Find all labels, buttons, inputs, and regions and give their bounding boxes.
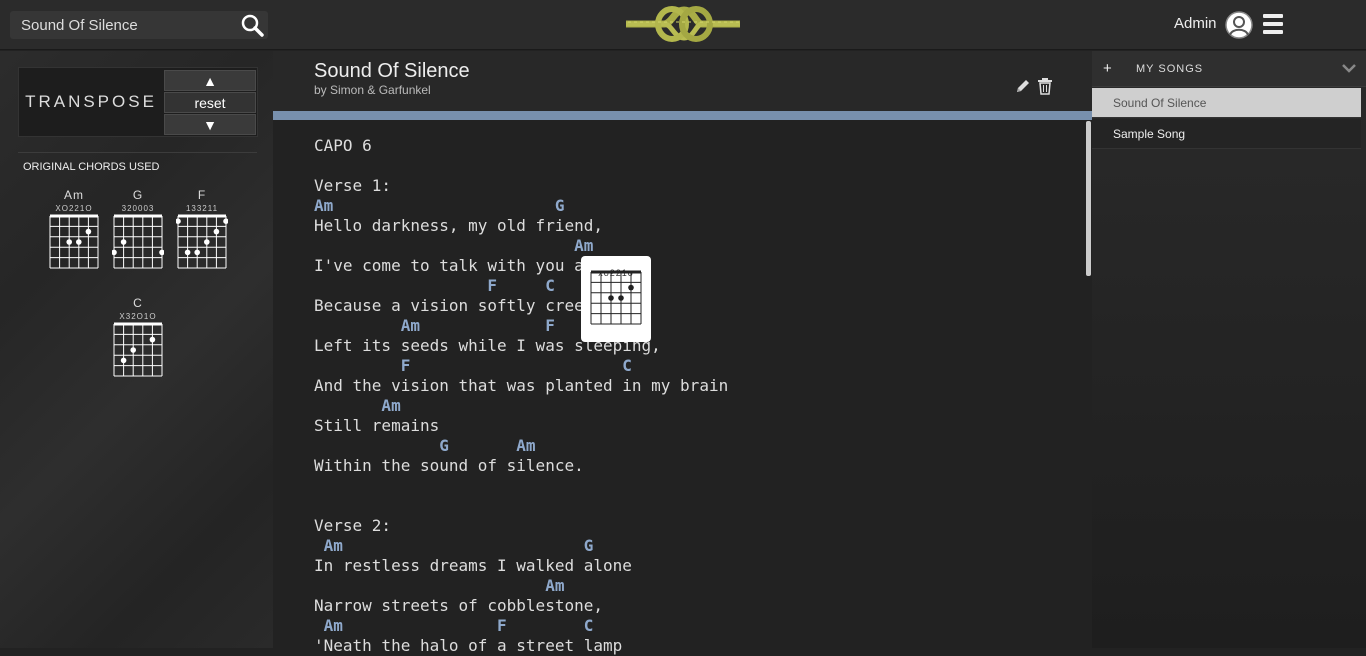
fretboard-g [112,214,164,269]
my-songs-title: MY SONGS [1136,63,1204,75]
finger-dot [194,249,200,256]
finger-dot [159,249,164,256]
search-box [10,11,268,39]
original-chords-title: ORIGINAL CHORDS USED [23,161,160,173]
transpose-down-button[interactable]: ▼ [164,114,256,135]
finger-dot [176,218,181,224]
search-icon [241,14,264,37]
edit-button[interactable] [1014,77,1032,95]
search-input[interactable] [10,11,235,39]
lyric-line: Because a vision softly creeping [314,296,623,315]
transpose-up-button[interactable]: ▲ [164,70,256,91]
add-song-button[interactable]: + [1103,60,1112,77]
finger-dot [608,295,614,301]
chord-string-marks: 320003 [121,204,155,213]
fretboard-c [113,322,163,377]
song-header: Sound Of Silence by Simon & Garfunkel [273,51,1092,111]
song-list-item[interactable]: Sound Of Silence [1092,88,1361,118]
finger-dot [120,357,127,364]
delete-button[interactable] [1037,77,1053,95]
chord-diagram-am: Am XO221O [46,188,102,270]
finger-dot [618,295,624,301]
chord-diagram-f: F 133211 [174,188,230,270]
chord-line[interactable]: F C [314,356,632,376]
lyric-line: In restless dreams I walked alone [314,556,632,575]
chord-name: Am [64,188,84,202]
chord-line[interactable]: Am [314,396,400,416]
top-bar: Admin [0,0,1366,50]
user-avatar-icon [1225,11,1253,39]
chord-line[interactable]: Am F [314,316,555,336]
divider [18,152,257,153]
left-sidebar: TRANSPOSE ▲ reset ▼ ORIGINAL CHORDS USED… [0,51,273,648]
chord-line[interactable]: Am F C [314,616,594,636]
lyric-line: Within the sound of silence. [314,456,584,475]
my-songs-header: + MY SONGS [1092,51,1366,87]
chord-diagram-c: C X32O1O [110,296,166,378]
chord-line[interactable]: Am [314,236,593,256]
finger-dot [85,228,92,235]
lyric-line: Verse 2: [314,516,392,535]
finger-dot [120,239,127,245]
finger-dot [112,249,117,256]
lyric-line: Still remains [314,416,440,435]
chord-diagram-g: G 320003 [110,188,166,270]
lyric-line: And the vision that was planted in my br… [314,376,729,395]
scrollbar[interactable] [1086,121,1091,276]
user-name: Admin [1174,15,1217,32]
popup-chord-marks: xo221o [581,256,651,278]
pencil-icon [1017,80,1029,92]
chord-string-marks: 133211 [185,204,219,213]
chord-string-marks: X32O1O [119,312,157,321]
transpose-reset-button[interactable]: reset [164,92,256,113]
lyric-line: CAPO 6 [314,136,372,155]
hamburger-menu-icon[interactable] [1263,14,1285,36]
song-artist: by Simon & Garfunkel [314,83,431,97]
finger-dot [130,347,136,353]
user-avatar-button[interactable] [1224,10,1254,40]
lyric-line: Verse 1: [314,176,392,195]
chord-line[interactable]: Am G [314,536,594,556]
fretboard-f [176,214,228,269]
chevron-down-icon[interactable] [1342,63,1356,73]
finger-dot [149,336,156,343]
chord-line[interactable]: Am [314,576,564,596]
finger-dot [628,284,634,291]
chord-string-marks: XO221O [55,204,93,213]
lyric-line: I've come to talk with you again [314,256,623,275]
song-title: Sound Of Silence [314,60,470,82]
finger-dot [213,228,220,235]
search-button[interactable] [238,12,268,38]
transpose-label: TRANSPOSE [25,92,157,111]
chord-line[interactable]: F C [314,276,554,296]
knot-logo-icon [626,6,740,42]
finger-dot [66,239,72,245]
lyric-line: Narrow streets of cobblestone, [314,596,603,615]
lyric-line: Hello darkness, my old friend, [314,216,603,235]
chord-name: C [133,296,143,310]
finger-dot [184,249,191,256]
chord-name: F [197,188,207,202]
song-view: Sound Of Silence by Simon & Garfunkel CA… [273,51,1092,655]
finger-dot [76,239,82,245]
right-sidebar: + MY SONGS Sound Of Silence Sample Song [1092,51,1366,648]
finger-dot [204,239,210,245]
trash-icon [1038,78,1052,95]
song-list-item[interactable]: Sample Song [1092,119,1361,149]
fretboard-am [49,214,99,269]
chord-line[interactable]: Am G [314,196,564,216]
lyric-line: 'Neath the halo of a street lamp [314,636,623,655]
finger-dot [223,218,228,224]
chord-line[interactable]: G Am [314,436,535,456]
popup-fretboard [590,270,642,325]
chord-name: G [132,188,144,202]
header-divider-bar [273,111,1092,120]
chord-popup: xo221o [581,256,651,342]
transpose-panel: TRANSPOSE ▲ reset ▼ [18,67,258,137]
